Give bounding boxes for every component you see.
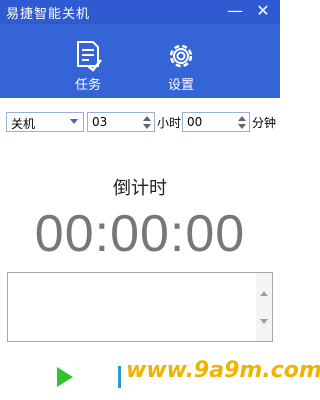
task-label: 任务: [74, 78, 101, 93]
hours-value: 03: [92, 115, 108, 129]
toolbar: 任务 设置: [0, 24, 280, 98]
settings-button[interactable]: 设置: [151, 40, 211, 100]
minutes-value: 00: [187, 115, 203, 129]
minutes-spinbox[interactable]: 00: [182, 112, 250, 132]
start-button[interactable]: [52, 364, 78, 390]
minutes-decrement-icon[interactable]: [237, 123, 247, 131]
textarea-scrollbar[interactable]: [256, 273, 272, 341]
gear-icon: [151, 40, 211, 72]
scroll-down-icon[interactable]: [260, 319, 268, 324]
countdown-timer: 00:00:00: [34, 205, 246, 263]
task-button[interactable]: 任务: [58, 40, 118, 100]
action-select-value: 关机: [11, 117, 36, 131]
settings-label: 设置: [167, 78, 194, 93]
minimize-button[interactable]: —: [222, 0, 248, 24]
watermark: www.9a9m.com: [122, 350, 320, 392]
hours-increment-icon[interactable]: [142, 114, 152, 122]
hours-unit-label: 小时: [157, 116, 182, 130]
hours-decrement-icon[interactable]: [142, 123, 152, 131]
minutes-increment-icon[interactable]: [237, 114, 247, 122]
window-title: 易捷智能关机: [6, 7, 91, 22]
action-select[interactable]: 关机: [6, 112, 84, 132]
chevron-down-icon: [70, 119, 78, 124]
countdown-label: 倒计时: [113, 178, 167, 199]
stop-button[interactable]: [118, 366, 121, 388]
close-button[interactable]: ✕: [250, 0, 276, 24]
task-list-icon: [58, 40, 118, 72]
scroll-up-icon[interactable]: [260, 291, 268, 296]
watermark-text: www.9a9m.com: [126, 358, 320, 383]
title-bar: 易捷智能关机 — ✕: [0, 0, 280, 24]
message-textarea[interactable]: [7, 272, 273, 342]
hours-spinbox[interactable]: 03: [87, 112, 155, 132]
minutes-unit-label: 分钟: [252, 116, 277, 130]
